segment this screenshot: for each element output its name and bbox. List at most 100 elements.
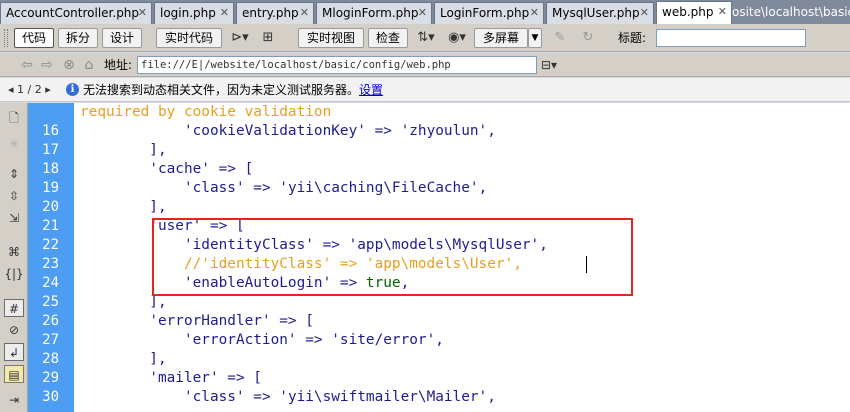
highlight-invalid-code-icon[interactable]: ⊘ <box>4 321 24 339</box>
line-number: 27 <box>42 332 59 348</box>
address-bar: ⇦ ⇨ ⊗ ⌂ 地址: file:///E|/website/localhost… <box>0 53 850 77</box>
tab-web-active[interactable]: web.php ✕ <box>656 1 732 24</box>
close-icon[interactable]: ✕ <box>718 2 727 22</box>
code-token: 'zhyoulun' <box>400 123 488 139</box>
tab-mysqluser[interactable]: MysqlUser.php ✕ <box>546 2 654 24</box>
collapse-tag-icon[interactable]: ⇕ <box>4 165 24 183</box>
tab-accountcontroller[interactable]: AccountController.php ✕ <box>0 2 152 24</box>
document-toolbar: 代码 拆分 设计 实时代码 ⊳▾ ⊞ 实时视图 检查 ⇅▾ ◉▾ 多屏幕 ▼ ✎… <box>0 24 850 52</box>
tab-loginform[interactable]: LoginForm.php ✕ <box>434 2 544 24</box>
tab-label: entry.php <box>242 6 299 20</box>
open-documents-icon[interactable]: 🗋 <box>4 109 24 127</box>
chevron-down-icon[interactable]: ▼ <box>528 28 542 48</box>
home-icon[interactable]: ⌂ <box>80 55 98 75</box>
code-token: => <box>244 389 280 405</box>
forward-arrow-icon[interactable]: ⇨ <box>38 55 56 75</box>
line-number: 21 <box>42 218 59 234</box>
code-view-button[interactable]: 代码 <box>14 28 54 48</box>
code-token: 'cookieValidationKey' <box>183 123 366 139</box>
code-editor[interactable]: required by cookie validation 'cookieVal… <box>74 103 850 412</box>
info-message: 无法搜索到动态相关文件，因为未定义测试服务器。设置 <box>83 81 383 99</box>
info-page-nav[interactable]: ◂ 1 / 2 ▸ <box>8 81 51 99</box>
code-token: 'errorAction' <box>183 332 297 348</box>
browser-preview-icon[interactable]: ⇅▾ <box>412 28 440 48</box>
title-field[interactable] <box>656 29 806 47</box>
line-number-gutter: 16 17 18 19 20 21 22 23 24 25 26 27 28 29 30 <box>28 103 74 412</box>
back-arrow-icon[interactable]: ⇦ <box>18 55 36 75</box>
code-token: 'site/error' <box>331 332 436 348</box>
multiscreen-button[interactable]: 多屏幕 <box>474 28 528 48</box>
close-icon[interactable]: ✕ <box>220 3 229 23</box>
expand-all-icon[interactable]: ⇲ <box>4 209 24 227</box>
auto-indent-icon[interactable]: ⇥ <box>4 391 24 409</box>
code-token: => [ <box>218 370 262 386</box>
split-view-button[interactable]: 拆分 <box>58 28 98 48</box>
address-options-icon[interactable]: ⊟▾ <box>541 56 569 74</box>
address-field[interactable]: file:///E|/website/localhost/basic/confi… <box>137 56 537 74</box>
close-icon[interactable]: ✕ <box>300 3 309 23</box>
code-token: 'class' <box>183 180 245 196</box>
line-number: 16 <box>42 123 59 139</box>
line-number: 29 <box>42 370 59 386</box>
tab-label: web.php <box>662 5 714 19</box>
code-line-partial: required by cookie validation <box>80 104 332 120</box>
line-number: 19 <box>42 180 59 196</box>
code-token: 'errorHandler' <box>149 313 271 329</box>
inspect-button[interactable]: 检查 <box>368 28 408 48</box>
globe-icon[interactable]: ◉▾ <box>442 28 472 48</box>
close-icon[interactable]: ✕ <box>138 3 147 23</box>
live-code-options-icon[interactable]: ⊳▾ <box>228 28 252 48</box>
close-icon[interactable]: ✕ <box>640 3 649 23</box>
code-token: => <box>365 123 401 139</box>
syntax-coloring-icon[interactable]: ▤ <box>4 365 24 383</box>
balance-braces-icon[interactable]: {|} <box>4 265 24 283</box>
word-wrap-icon[interactable]: ↲ <box>4 343 24 361</box>
document-path: osite\localhost\basic\c <box>732 5 850 19</box>
select-parent-tag-icon[interactable]: ⌘ <box>4 243 24 261</box>
code-token: , <box>435 332 444 348</box>
code-token: , <box>487 389 496 405</box>
live-code-button[interactable]: 实时代码 <box>156 28 222 48</box>
tab-login[interactable]: login.php ✕ <box>154 2 234 24</box>
settings-link[interactable]: 设置 <box>359 83 383 97</box>
stop-icon[interactable]: ⊗ <box>60 55 78 75</box>
address-label: 地址: <box>104 58 133 72</box>
refresh-icon[interactable]: ↻ <box>578 28 598 48</box>
code-token: => [ <box>209 161 254 177</box>
line-number: 20 <box>42 199 59 215</box>
code-token: ], <box>80 294 167 310</box>
collapse-selection-icon[interactable]: ⇳ <box>4 187 24 205</box>
line-number: 25 <box>42 294 59 310</box>
code-token: => [ <box>270 313 314 329</box>
line-numbers-icon[interactable]: # <box>4 299 24 317</box>
code-token: 'cache' <box>149 161 210 177</box>
tab-mloginform[interactable]: MloginForm.php ✕ <box>316 2 432 24</box>
code-token: 'yii\swiftmailer\Mailer' <box>279 389 488 405</box>
show-code-navigator-icon[interactable]: ✳ <box>4 135 24 153</box>
code-token: 'mailer' <box>149 370 219 386</box>
close-icon[interactable]: ✕ <box>530 3 539 23</box>
tab-label: MysqlUser.php <box>552 6 640 20</box>
coding-toolbar: 🗋 ✳ ⇕ ⇳ ⇲ ⌘ {|} # ⊘ ↲ ▤ ⇥ <box>0 103 28 412</box>
live-view-button[interactable]: 实时视图 <box>298 28 364 48</box>
close-icon[interactable]: ✕ <box>418 3 427 23</box>
file-management-icon[interactable]: ⊞ <box>256 28 280 48</box>
tab-entry[interactable]: entry.php ✕ <box>236 2 314 24</box>
toolbar-grip[interactable] <box>4 29 8 47</box>
visual-aids-icon[interactable]: ✎ <box>548 28 572 48</box>
code-line: ], <box>80 350 166 369</box>
code-token: 'yii\caching\FileCache' <box>279 180 479 196</box>
code-line: ], <box>80 198 166 217</box>
annotation-highlight-box <box>152 218 633 296</box>
line-number: 24 <box>42 275 59 291</box>
document-tab-bar: AccountController.php ✕ login.php ✕ entry.… <box>0 0 850 24</box>
design-view-button[interactable]: 设计 <box>102 28 142 48</box>
code-line: 'errorHandler' => [ <box>80 312 314 331</box>
